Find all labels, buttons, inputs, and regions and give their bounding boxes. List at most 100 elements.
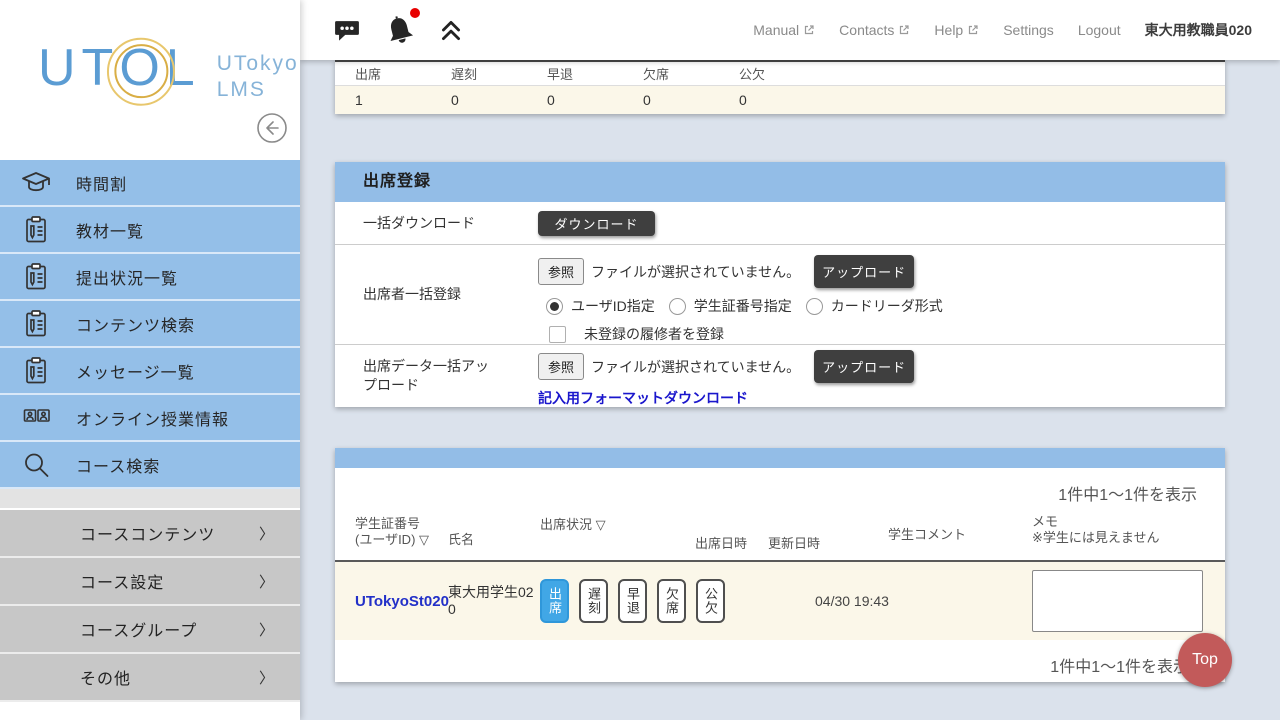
bulk-download-row: 一括ダウンロード ダウンロード: [335, 202, 1225, 244]
sidebar-course-menu: コースコンテンツ 〉 コース設定 〉 コースグループ 〉 その他 〉: [0, 510, 300, 702]
col-attendance-time: 出席日時: [695, 536, 747, 552]
summary-value-row: 1 0 0 0 0: [335, 86, 1225, 114]
record-count-top: 1件中1〜1件を表示: [335, 468, 1225, 505]
logo-o-rings: O: [119, 40, 165, 97]
sidebar-item-course-contents[interactable]: コースコンテンツ 〉: [0, 510, 300, 558]
username: 東大用教職員020: [1145, 20, 1252, 40]
file-status-text: ファイルが選択されていません。: [591, 262, 800, 282]
people-grid-icon: [20, 402, 52, 434]
upload-button[interactable]: アップロード: [814, 255, 914, 288]
upload-button[interactable]: アップロード: [814, 350, 914, 383]
browse-file-button[interactable]: 参照: [538, 258, 584, 285]
sidebar-item-course-search[interactable]: コース検索: [0, 442, 300, 489]
radio-user-id-label: ユーザID指定: [571, 296, 655, 316]
messages-icon[interactable]: [332, 15, 362, 45]
sidebar-item-label: 時間割: [76, 171, 127, 195]
attendance-data-upload-label: 出席データ一括アップロード: [363, 357, 493, 395]
radio-student-card-number-label: 学生証番号指定: [694, 296, 792, 316]
col-early-leave: 早退: [547, 64, 643, 83]
col-memo: メモ ※学生には見えません: [1032, 514, 1160, 546]
search-icon: [20, 449, 52, 481]
collapse-up-icon[interactable]: [438, 17, 464, 43]
col-attendance: 出席: [355, 64, 451, 83]
sidebar-item-label: オンライン授業情報: [76, 406, 229, 430]
sidebar-item-label: コンテンツ検索: [76, 312, 195, 336]
register-unregistered-checkbox[interactable]: [549, 326, 566, 343]
chevron-right-icon: 〉: [259, 667, 274, 688]
logo-area: UTOL UTokyo LMS: [0, 0, 300, 160]
sidebar-item-timetable[interactable]: 時間割: [0, 160, 300, 207]
status-button-excused[interactable]: 公欠: [696, 579, 725, 623]
sidebar-item-content-search[interactable]: コンテンツ検索: [0, 301, 300, 348]
clipboard-icon: [20, 261, 52, 293]
status-button-present[interactable]: 出席: [540, 579, 569, 623]
summary-header-row: 出席 遅刻 早退 欠席 公欠: [335, 60, 1225, 86]
clipboard-icon: [20, 308, 52, 340]
manual-link[interactable]: Manual: [753, 22, 815, 38]
sidebar: UTOL UTokyo LMS 時間割: [0, 0, 300, 720]
back-arrow-icon: [256, 112, 288, 144]
radio-student-card-number[interactable]: [669, 298, 686, 315]
radio-user-id[interactable]: [546, 298, 563, 315]
chevron-right-icon: 〉: [259, 571, 274, 592]
status-button-late[interactable]: 遅刻: [579, 579, 608, 623]
chevron-right-icon: 〉: [259, 523, 274, 544]
early-leave-count: 0: [547, 92, 643, 108]
attendance-data-upload-row: 出席データ一括アップロード 参照 ファイルが選択されていません。 アップロード …: [335, 344, 1225, 407]
col-student-id[interactable]: 学生証番号 (ユーザID) ▽: [355, 516, 429, 548]
attendance-list-panel: 1件中1〜1件を表示 学生証番号 (ユーザID) ▽ 氏名 出席状況 ▽ 出席日…: [335, 448, 1225, 682]
browse-file-button[interactable]: 参照: [538, 353, 584, 380]
register-unregistered-label: 未登録の履修者を登録: [584, 324, 724, 344]
sidebar-collapse-button[interactable]: [256, 112, 288, 144]
notifications-bell-icon[interactable]: [382, 12, 418, 48]
sidebar-item-label: 教材一覧: [76, 218, 144, 242]
student-id-link[interactable]: UTokyoSt020: [355, 593, 449, 610]
sidebar-item-label: コース検索: [76, 453, 160, 477]
list-header-bar: [335, 448, 1225, 468]
attendance-count: 1: [355, 92, 451, 108]
sidebar-item-online-class-info[interactable]: オンライン授業情報: [0, 395, 300, 442]
late-count: 0: [451, 92, 547, 108]
status-button-absent[interactable]: 欠席: [657, 579, 686, 623]
settings-link[interactable]: Settings: [1003, 22, 1054, 38]
sidebar-item-label: メッセージ一覧: [76, 359, 195, 383]
help-link[interactable]: Help: [934, 22, 979, 38]
sidebar-item-materials[interactable]: 教材一覧: [0, 207, 300, 254]
external-link-icon: [967, 24, 979, 36]
sidebar-item-messages[interactable]: メッセージ一覧: [0, 348, 300, 395]
status-button-early-leave[interactable]: 早退: [618, 579, 647, 623]
sidebar-item-course-group[interactable]: コースグループ 〉: [0, 606, 300, 654]
main-content: 出席 遅刻 早退 欠席 公欠 1 0 0 0 0 出席登録 一括ダウンロード ダ…: [300, 60, 1280, 720]
col-attendance-status[interactable]: 出席状況 ▽: [540, 517, 606, 533]
topbar-links: Manual Contacts Help Settings Logout 東大用…: [753, 20, 1280, 40]
student-row: UTokyoSt020 東大用学生020 出席 遅刻 早退 欠席 公欠 04/3…: [335, 562, 1225, 640]
radio-card-reader-format-label: カードリーダ形式: [831, 296, 943, 316]
col-student-comment: 学生コメント: [888, 527, 966, 543]
contacts-link[interactable]: Contacts: [839, 22, 910, 38]
col-name: 氏名: [448, 532, 474, 548]
record-count-bottom: 1件中1〜1件を表示: [335, 640, 1225, 682]
format-download-link[interactable]: 記入用フォーマットダウンロード: [538, 388, 748, 408]
absent-count: 0: [643, 92, 739, 108]
sidebar-item-label: 提出状況一覧: [76, 265, 178, 289]
memo-textarea[interactable]: [1032, 570, 1203, 632]
sidebar-item-others[interactable]: その他 〉: [0, 654, 300, 702]
status-button-group: 出席 遅刻 早退 欠席 公欠: [540, 579, 725, 623]
sidebar-item-submission-status[interactable]: 提出状況一覧: [0, 254, 300, 301]
scroll-to-top-button[interactable]: Top: [1178, 633, 1232, 687]
list-header-row: 学生証番号 (ユーザID) ▽ 氏名 出席状況 ▽ 出席日時 更新日時 学生コメ…: [335, 505, 1225, 562]
sidebar-separator: [0, 489, 300, 510]
col-update-time: 更新日時: [768, 536, 820, 552]
external-link-icon: [803, 24, 815, 36]
notification-badge: [410, 8, 420, 18]
graduation-cap-icon: [20, 167, 52, 199]
radio-card-reader-format[interactable]: [806, 298, 823, 315]
file-status-text: ファイルが選択されていません。: [591, 357, 800, 377]
logout-link[interactable]: Logout: [1078, 22, 1121, 38]
col-excused: 公欠: [739, 64, 835, 83]
attendance-registration-panel: 出席登録 一括ダウンロード ダウンロード 出席者一括登録 参照 ファイルが選択さ…: [335, 162, 1225, 407]
download-button[interactable]: ダウンロード: [538, 211, 655, 236]
chevron-right-icon: 〉: [259, 619, 274, 640]
sidebar-main-menu: 時間割 教材一覧 提出状況一覧: [0, 160, 300, 489]
sidebar-item-course-settings[interactable]: コース設定 〉: [0, 558, 300, 606]
